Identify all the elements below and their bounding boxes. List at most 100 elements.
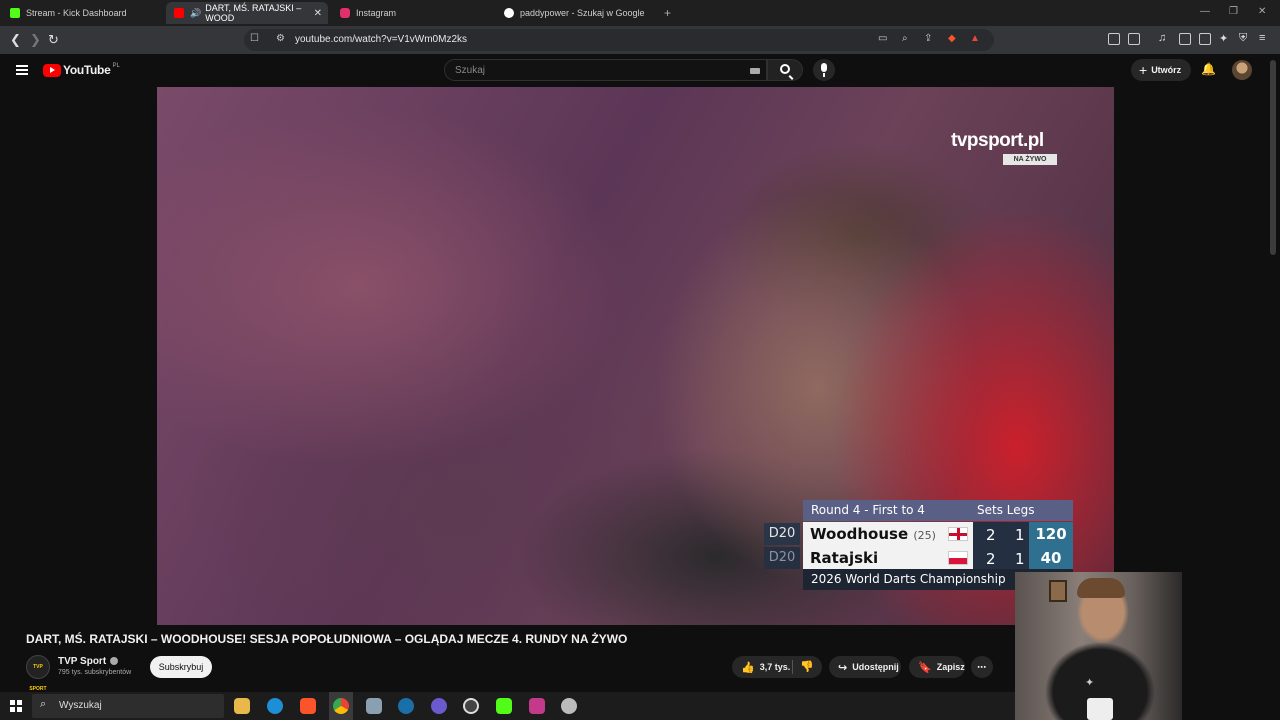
dislike-icon[interactable]: 👎 (800, 660, 814, 673)
points-remaining: 40 (1029, 546, 1073, 570)
tab-kick-dashboard[interactable]: Stream - Kick Dashboard (2, 2, 162, 24)
app-icon[interactable] (366, 698, 382, 714)
channel-name[interactable]: TVP Sport (58, 656, 119, 667)
save-label: Zapisz (936, 662, 965, 672)
scoreboard-row-player-2: D20 Ratajski 2 1 40 (764, 546, 1073, 570)
brave-icon[interactable] (300, 698, 316, 714)
taskbar-search[interactable]: ⌕ Wyszukaj (32, 694, 224, 718)
notifications-bell-icon[interactable]: 🔔 (1201, 62, 1216, 76)
instagram-icon (340, 8, 350, 18)
share-page-icon[interactable]: ⇪ (924, 33, 932, 44)
app-icon[interactable] (561, 698, 577, 714)
youtube-wordmark: YouTube (63, 63, 111, 77)
wall-frame (1049, 580, 1067, 602)
page-scrollbar[interactable] (1270, 60, 1276, 255)
cast-icon[interactable]: ▭ (878, 33, 887, 44)
search-placeholder: Szukaj (455, 65, 486, 76)
tab-instagram[interactable]: Instagram (332, 2, 492, 24)
search-icon (780, 64, 790, 74)
bookmark-icon[interactable]: ☐ (250, 33, 259, 44)
tab-label: Stream - Kick Dashboard (26, 8, 127, 18)
channel-name-text[interactable]: TVP Sport (58, 656, 106, 667)
app-icon[interactable] (529, 698, 545, 714)
forward-icon[interactable]: ❯ (30, 32, 41, 48)
minimize-icon[interactable]: — (1200, 6, 1210, 17)
share-label: Udostępnij (852, 662, 899, 672)
tab-label: Instagram (356, 8, 397, 18)
bookmark-icon: 🔖 (918, 661, 932, 674)
player-name-text: Woodhouse (810, 525, 909, 543)
search-input[interactable]: Szukaj (444, 59, 767, 81)
file-explorer-icon[interactable] (234, 698, 250, 714)
youtube-play-icon (43, 63, 61, 77)
windows-start-icon[interactable] (10, 700, 22, 712)
player-name-text: Ratajski (810, 549, 879, 567)
share-icon: ↪ (838, 661, 848, 674)
extension-icon[interactable] (1128, 33, 1140, 45)
like-dislike-group: 👍 3,7 tys. 👎 (732, 656, 822, 678)
brave-shield-icon[interactable]: ◆ (948, 33, 956, 44)
brave-rewards-icon[interactable]: ▲ (970, 33, 980, 44)
share-button[interactable]: ↪ Udostępnij (829, 656, 901, 678)
leo-ai-icon[interactable]: ✦ (1219, 32, 1228, 45)
zoom-icon[interactable]: ⌕ (902, 33, 908, 44)
sidebar-icon[interactable] (1179, 33, 1191, 45)
player-average: (25) (913, 529, 936, 542)
hamburger-menu-icon[interactable] (16, 65, 28, 75)
app-icon[interactable] (463, 698, 479, 714)
search-button[interactable] (767, 59, 803, 81)
more-icon: ⋯ (977, 661, 986, 672)
extension-icon[interactable] (1108, 33, 1120, 45)
sets-value: 2 (986, 526, 996, 544)
video-title: DART, MŚ. RATAJSKI – WOODHOUSE! SESJA PO… (26, 632, 628, 646)
subscribe-button[interactable]: Subskrybuj (150, 656, 212, 678)
new-tab-icon[interactable]: + (664, 6, 671, 20)
poland-flag-icon (948, 551, 968, 565)
voice-search-icon[interactable] (813, 59, 835, 81)
tab-youtube-video[interactable]: 🔊 DART, MŚ. RATAJSKI – WOOD ✕ (166, 2, 328, 24)
address-bar[interactable]: ☐ ⚙ youtube.com/watch?v=V1vWm0Mz2ks ▭ ⌕ … (244, 29, 994, 51)
close-tab-icon[interactable]: ✕ (314, 8, 322, 19)
menu-icon[interactable]: ≡ (1259, 32, 1265, 44)
site-info-icon[interactable]: ⚙ (276, 33, 285, 44)
reload-icon[interactable]: ↻ (48, 32, 59, 48)
keyboard-icon[interactable] (750, 68, 760, 74)
country-code: PL (112, 63, 120, 69)
close-window-icon[interactable]: ✕ (1258, 6, 1266, 17)
url-text: youtube.com/watch?v=V1vWm0Mz2ks (295, 34, 468, 45)
legs-value: 1 (1015, 526, 1025, 544)
webcam-overlay: ✦ (1015, 572, 1182, 720)
kick-icon[interactable] (496, 698, 512, 714)
tab-google-search[interactable]: paddypower - Szukaj w Google (496, 2, 660, 24)
like-count[interactable]: 3,7 tys. (760, 662, 791, 672)
round-label: Round 4 - First to 4 (811, 503, 925, 517)
channel-avatar[interactable]: TVP SPORT (26, 655, 50, 692)
browser-toolbar: ❮ ❯ ↻ ☐ ⚙ youtube.com/watch?v=V1vWm0Mz2k… (0, 26, 1280, 54)
streamer-hair (1077, 578, 1125, 598)
account-avatar[interactable] (1232, 60, 1252, 80)
more-actions-button[interactable]: ⋯ (971, 656, 993, 678)
wallet-icon[interactable] (1199, 33, 1211, 45)
divider (792, 660, 793, 674)
create-button[interactable]: + Utwórz (1131, 59, 1191, 81)
shirt-logo: ✦ (1085, 677, 1095, 689)
media-icon[interactable]: ♫ (1158, 32, 1166, 44)
youtube-icon (174, 8, 184, 18)
checkout-hint: D20 (764, 523, 800, 545)
youtube-logo[interactable]: YouTube PL (43, 63, 120, 77)
save-button[interactable]: 🔖 Zapisz (909, 656, 965, 678)
discord-icon[interactable] (431, 698, 447, 714)
checkout-hint: D20 (764, 547, 800, 569)
restore-icon[interactable]: ❐ (1229, 6, 1238, 17)
kick-icon (10, 8, 20, 18)
sets-legs-label: Sets Legs (977, 503, 1035, 517)
back-icon[interactable]: ❮ (10, 32, 21, 48)
chrome-icon[interactable] (333, 698, 349, 714)
windows-taskbar: ⌕ Wyszukaj (0, 692, 1015, 720)
subscriber-count: 795 tys. subskrybentów (58, 669, 132, 676)
like-icon[interactable]: 👍 (741, 661, 755, 674)
edge-icon[interactable] (267, 698, 283, 714)
google-icon (504, 8, 514, 18)
steam-icon[interactable] (398, 698, 414, 714)
vpn-icon[interactable]: ⛨ (1239, 32, 1247, 45)
